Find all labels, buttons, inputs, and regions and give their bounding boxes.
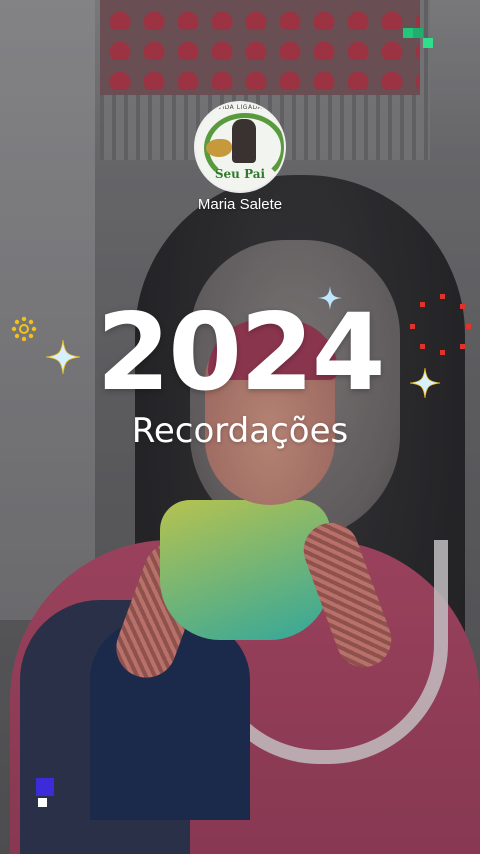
avatar-caption: Seu Pai [214, 167, 266, 181]
profile-name[interactable]: Maria Salete [0, 196, 480, 213]
profile-avatar[interactable]: VIDA LIGADA Seu Pai [196, 103, 284, 191]
avatar-person [232, 119, 256, 163]
story-viewer[interactable]: VIDA LIGADA Seu Pai Maria Salete 2024 Re… [0, 0, 480, 854]
memories-subtitle: Recordações [131, 411, 349, 451]
bird-icon [206, 139, 232, 157]
pixel-squares-icon [403, 28, 435, 48]
year-title: 2024 [96, 291, 385, 414]
avatar-top-text: VIDA LIGADA [217, 104, 263, 111]
pixel-squares-icon [36, 778, 56, 808]
